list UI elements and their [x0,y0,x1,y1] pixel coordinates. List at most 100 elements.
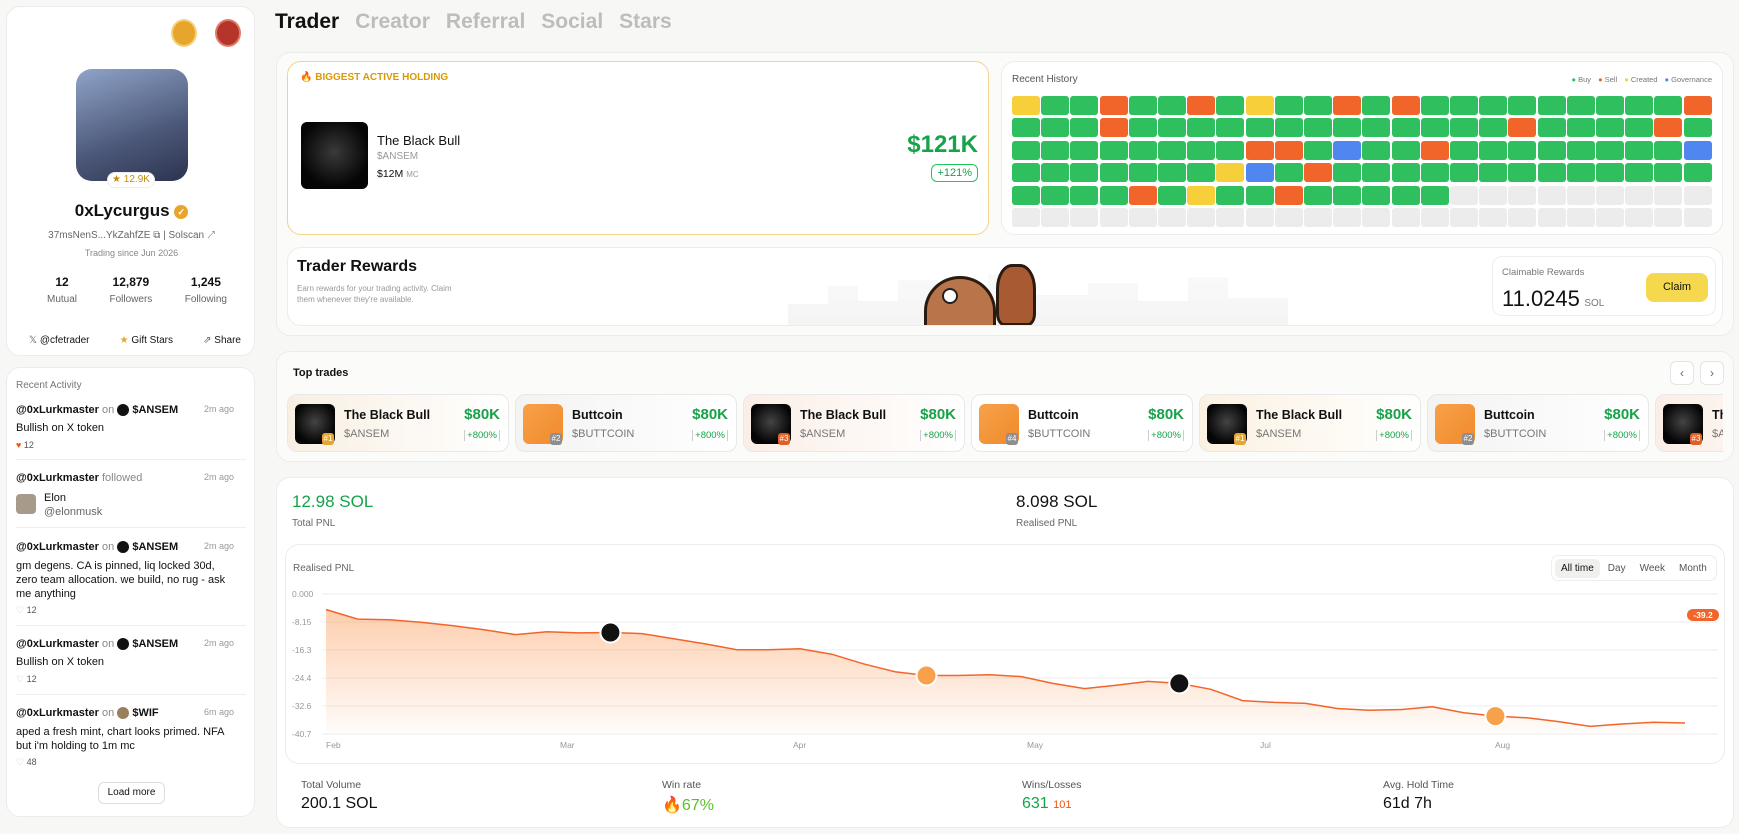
prev-button[interactable]: ‹ [1670,361,1694,385]
history-cell[interactable] [1041,118,1070,138]
history-cell[interactable] [1128,140,1157,160]
history-cell[interactable] [1508,96,1537,115]
stat-followers[interactable]: 12,879 Followers [109,275,152,305]
followed-user[interactable]: Elon @elonmusk [16,492,246,522]
history-cell[interactable] [1391,96,1420,115]
history-cell[interactable] [1158,140,1186,160]
heart-icon[interactable]: ♡ [16,605,24,615]
history-cell[interactable] [1450,118,1478,138]
biggest-holding-card[interactable]: 🔥 BIGGEST ACTIVE HOLDING The Black Bull … [287,61,989,235]
history-cell[interactable] [1187,118,1216,138]
history-cell[interactable] [1362,140,1391,160]
list-item[interactable]: @0xLurkmaster on $ANSEM 2m ago gm degens… [16,541,246,616]
history-cell[interactable] [1041,96,1070,115]
history-cell[interactable] [1625,140,1654,160]
history-cell[interactable] [1245,96,1274,115]
history-cell[interactable] [1391,118,1420,138]
history-cell[interactable] [1304,140,1332,160]
history-cell[interactable] [1187,140,1216,160]
history-cell[interactable] [1537,163,1566,183]
range-month[interactable]: Month [1673,559,1713,578]
history-cell[interactable] [1479,140,1508,160]
history-cell[interactable] [1625,118,1654,138]
claim-button[interactable]: Claim [1646,273,1708,302]
range-week[interactable]: Week [1634,559,1671,578]
twitter-link[interactable]: 𝕏 @cfetrader [29,335,89,346]
history-cell[interactable] [1012,96,1040,115]
history-cell[interactable] [1625,163,1654,183]
history-cell[interactable] [1216,96,1245,115]
history-cell[interactable] [1391,140,1420,160]
heart-icon[interactable]: ♥ [16,440,21,450]
history-cell[interactable] [1596,140,1624,160]
history-cell[interactable] [1683,163,1712,183]
history-cell[interactable] [1333,96,1362,115]
history-cell[interactable] [1508,163,1537,183]
history-cell[interactable] [1333,118,1362,138]
history-cell[interactable] [1099,163,1128,183]
history-cell[interactable] [1566,163,1595,183]
history-cell[interactable] [1128,96,1157,115]
history-cell[interactable] [1012,118,1040,138]
history-cell[interactable] [1537,118,1566,138]
history-cell[interactable] [1012,185,1040,205]
tab-social[interactable]: Social [541,10,603,34]
activity-token[interactable]: $ANSEM [132,404,178,416]
copy-icon[interactable]: ⧉ [153,230,160,241]
history-cell[interactable] [1420,118,1449,138]
tab-stars[interactable]: Stars [619,10,672,34]
history-cell[interactable] [1420,96,1449,115]
tab-trader[interactable]: Trader [275,10,339,34]
history-cell[interactable] [1070,185,1099,205]
history-cell[interactable] [1245,185,1274,205]
history-cell[interactable] [1274,140,1303,160]
activity-user[interactable]: @0xLurkmaster [16,541,99,553]
share-button[interactable]: ⇗ Share [203,335,241,346]
history-cell[interactable] [1508,118,1537,138]
history-cell[interactable] [1304,185,1332,205]
history-cell[interactable] [1012,140,1040,160]
history-cell[interactable] [1070,140,1099,160]
history-cell[interactable] [1304,118,1332,138]
range-all-time[interactable]: All time [1555,558,1600,578]
history-cell[interactable] [1420,163,1449,183]
history-cell[interactable] [1566,96,1595,115]
activity-token[interactable]: $WIF [132,707,158,719]
history-cell[interactable] [1362,118,1391,138]
history-cell[interactable] [1537,96,1566,115]
history-cell[interactable] [1362,163,1391,183]
history-cell[interactable] [1216,140,1245,160]
list-item[interactable]: @0xLurkmaster followed 2m ago Elon @elon… [16,472,246,522]
history-cell[interactable] [1596,96,1624,115]
history-cell[interactable] [1596,118,1624,138]
history-cell[interactable] [1391,185,1420,205]
history-cell[interactable] [1654,163,1683,183]
gift-stars-button[interactable]: ★ Gift Stars [120,335,173,346]
history-cell[interactable] [1216,163,1245,183]
activity-user[interactable]: @0xLurkmaster [16,472,99,484]
history-cell[interactable] [1274,163,1303,183]
external-link-icon[interactable]: ↗ [207,230,215,241]
history-cell[interactable] [1450,140,1478,160]
history-cell[interactable] [1391,163,1420,183]
history-cell[interactable] [1304,96,1332,115]
next-button[interactable]: › [1700,361,1724,385]
activity-user[interactable]: @0xLurkmaster [16,707,99,719]
history-cell[interactable] [1566,140,1595,160]
history-cell[interactable] [1654,140,1683,160]
history-cell[interactable] [1274,185,1303,205]
history-cell[interactable] [1070,163,1099,183]
history-cell[interactable] [1654,96,1683,115]
history-cell[interactable] [1158,185,1186,205]
activity-token[interactable]: $ANSEM [132,638,178,650]
history-cell[interactable] [1420,140,1449,160]
activity-token[interactable]: $ANSEM [132,541,178,553]
history-cell[interactable] [1274,118,1303,138]
history-cell[interactable] [1537,140,1566,160]
history-cell[interactable] [1333,163,1362,183]
history-cell[interactable] [1158,163,1186,183]
history-cell[interactable] [1274,96,1303,115]
history-cell[interactable] [1187,163,1216,183]
history-cell[interactable] [1041,140,1070,160]
history-cell[interactable] [1099,96,1128,115]
